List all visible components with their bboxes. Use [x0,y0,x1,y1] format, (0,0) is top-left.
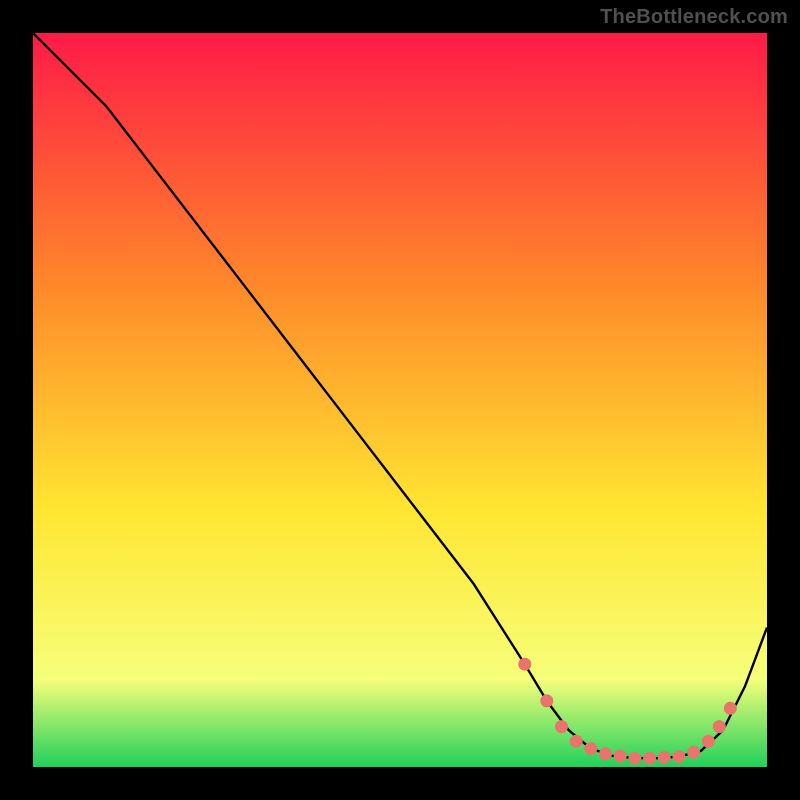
curve-marker [555,720,568,733]
curve-marker [614,750,627,763]
curve-marker [584,742,597,755]
curve-marker [518,658,531,671]
chart-stage: TheBottleneck.com [0,0,800,800]
curve-marker [540,694,553,707]
gradient-background [33,33,767,767]
curve-marker [628,752,641,765]
curve-marker [724,702,737,715]
curve-marker [658,751,671,764]
curve-marker [687,746,700,759]
plot-area [33,33,767,767]
curve-marker [570,735,583,748]
curve-marker [599,747,612,760]
curve-marker [672,750,685,763]
plot-svg [33,33,767,767]
curve-marker [643,752,656,765]
curve-marker [713,720,726,733]
watermark-text: TheBottleneck.com [600,6,788,29]
curve-marker [702,735,715,748]
